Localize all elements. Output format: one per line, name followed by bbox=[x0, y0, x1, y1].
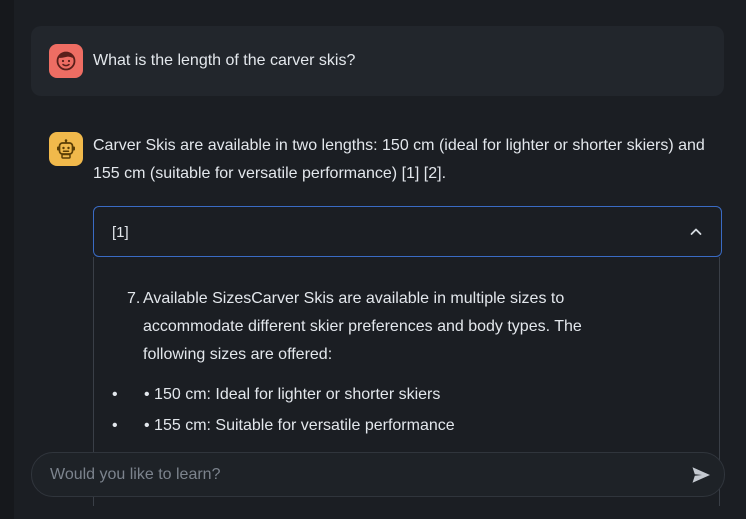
bullet-marker: • bbox=[112, 417, 118, 434]
bot-message-text: Carver Skis are available in two lengths… bbox=[93, 137, 705, 182]
bullet-marker: • bbox=[112, 386, 118, 403]
bot-avatar bbox=[49, 132, 83, 166]
message-composer bbox=[31, 452, 725, 497]
send-icon[interactable] bbox=[690, 464, 712, 486]
list-item-number: 7. bbox=[127, 290, 141, 307]
bullet-text: • 150 cm: Ideal for lighter or shorter s… bbox=[144, 386, 441, 403]
bullet-item: • • 155 cm: Suitable for versatile perfor… bbox=[112, 415, 455, 437]
robot-icon bbox=[57, 139, 75, 159]
user-avatar bbox=[49, 44, 83, 78]
user-message-text: What is the length of the carver skis? bbox=[93, 52, 356, 69]
bullet-text: • 155 cm: Suitable for versatile perform… bbox=[144, 417, 455, 434]
smiling-face-icon bbox=[56, 51, 76, 71]
chevron-up-icon[interactable] bbox=[687, 223, 705, 241]
citation-title: [1] bbox=[112, 224, 129, 241]
left-rail bbox=[0, 0, 14, 519]
bullet-item: • • 150 cm: Ideal for lighter or shorter … bbox=[112, 384, 440, 406]
chat-panel: What is the length of the carver skis? C… bbox=[14, 0, 746, 519]
chat-input[interactable] bbox=[50, 453, 670, 496]
user-message: What is the length of the carver skis? bbox=[31, 26, 724, 96]
citation-toggle[interactable]: [1] bbox=[93, 206, 722, 257]
list-item-text: Available SizesCarver Skis are available… bbox=[143, 290, 582, 363]
